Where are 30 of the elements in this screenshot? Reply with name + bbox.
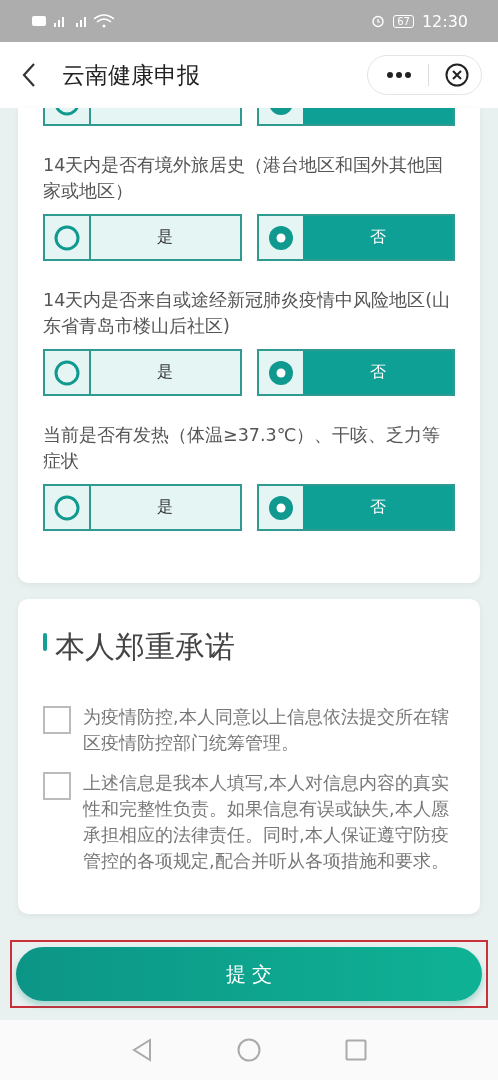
submit-button[interactable]: 提 交 [16,947,482,1001]
back-icon[interactable] [22,62,36,88]
option-label: 是 [157,497,174,518]
option-label: 是 [157,227,174,248]
checkbox[interactable] [43,772,71,800]
page-title: 云南健康申报 [62,60,201,90]
option-label: 否 [369,362,386,383]
close-icon[interactable] [445,63,469,87]
pledge-text: 为疫情防控,本人同意以上信息依法提交所在辖区疫情防控部门统筹管理。 [83,706,450,755]
pledge-text: 上述信息是我本人填写,本人对信息内容的真实性和完整性负责。如果信息有误或缺失,本人愿承担相应的法律责任。同时,本人保证遵守防疫管控的各项规定,配合并听从各项措施和要求。 [83,772,450,873]
radio-option[interactable]: 否 [256,349,455,396]
option-label: 否 [369,227,386,248]
question-text: 当前是否有发热（体温≥37.3℃）、干咳、乏力等症状 [43,424,442,473]
alarm-icon [371,14,386,28]
home-icon[interactable] [237,1038,261,1062]
recents-icon[interactable] [345,1039,367,1061]
more-icon[interactable] [386,71,412,79]
radio-option[interactable]: 否 [256,214,455,261]
section-title: 本人郑重承诺 [55,628,235,666]
question-text: 14天内是否有境外旅居史（港台地区和国外其他国家或地区） [43,154,445,203]
radio-option[interactable]: 是 [43,349,242,396]
question-text: 14天内是否来自或途经新冠肺炎疫情中风险地区(山东省青岛市楼山后社区) [43,289,452,338]
option-label: 是 [157,362,174,383]
radio-option[interactable]: 否 [256,484,455,531]
radio-option[interactable]: 是 [43,484,242,531]
radio-option[interactable]: 是 [43,214,242,261]
checkbox[interactable] [43,706,71,734]
clock-time: 12:30 [421,11,468,31]
option-label: 否 [369,497,386,518]
battery-level: 67 [393,14,414,28]
